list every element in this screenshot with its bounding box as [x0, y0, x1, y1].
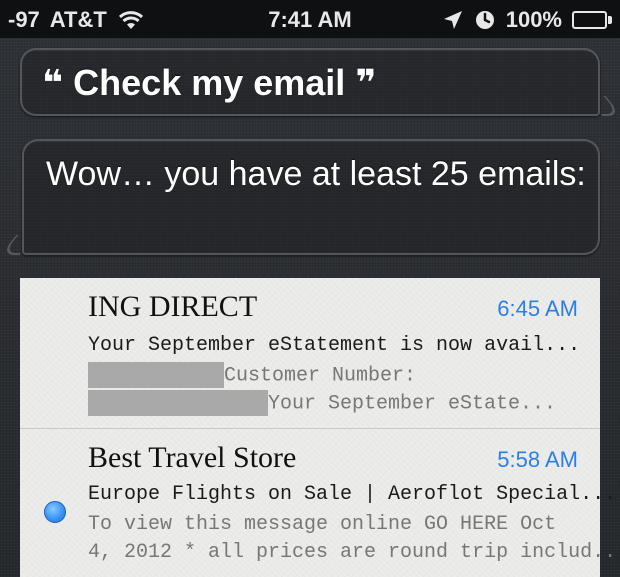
email-preview-text: Your September eState... — [268, 392, 557, 416]
email-preview-text: Customer Number: — [224, 364, 417, 388]
email-list-card: ING DIRECT 6:45 AM Your September eState… — [20, 275, 620, 577]
user-query-label: Check my email — [73, 62, 346, 103]
redacted-block — [88, 390, 268, 416]
status-bar: -97 AT&T 7:41 AM 100% — [0, 0, 620, 38]
email-preview-line: Your September eState... — [88, 390, 556, 418]
email-preview-text: 4, 2012 * all prices are round trip incl… — [88, 541, 620, 564]
open-quote-icon: ❝ — [42, 62, 64, 103]
user-query-bubble[interactable]: ❝ Check my email ❞ — [20, 48, 620, 116]
email-sender: Best Travel Store — [88, 441, 297, 474]
unread-dot-icon — [44, 501, 66, 523]
bubble-tail — [0, 235, 37, 255]
email-preview-line: Customer Number: — [88, 362, 416, 390]
redacted-block — [88, 362, 224, 388]
email-item[interactable]: Best Travel Store 5:58 AM Europe Flights… — [20, 428, 620, 577]
battery-percent: 100% — [505, 7, 562, 32]
email-item[interactable]: ING DIRECT 6:45 AM Your September eState… — [20, 278, 600, 428]
close-quote-icon: ❞ — [355, 62, 377, 103]
location-arrow-icon — [443, 11, 462, 29]
bubble-tail — [585, 96, 620, 116]
email-subject: Your September eStatement is now avail..… — [88, 334, 581, 357]
email-preview-text: To view this message online GO HERE Oct — [88, 513, 557, 536]
siri-response-bubble: Wow… you have at least 25 emails: — [0, 139, 600, 255]
user-query-text: ❝ Check my email ❞ — [42, 62, 376, 104]
clock-icon — [475, 11, 494, 29]
status-right: 100% — [442, 7, 612, 33]
battery-icon — [572, 10, 612, 30]
siri-response-text: Wow… you have at least 25 emails: — [46, 155, 586, 193]
email-time: 5:58 AM — [497, 447, 578, 472]
email-sender: ING DIRECT — [88, 290, 258, 323]
email-subject: Europe Flights on Sale | Aeroflot Specia… — [88, 483, 617, 506]
email-time: 6:45 AM — [497, 296, 578, 321]
